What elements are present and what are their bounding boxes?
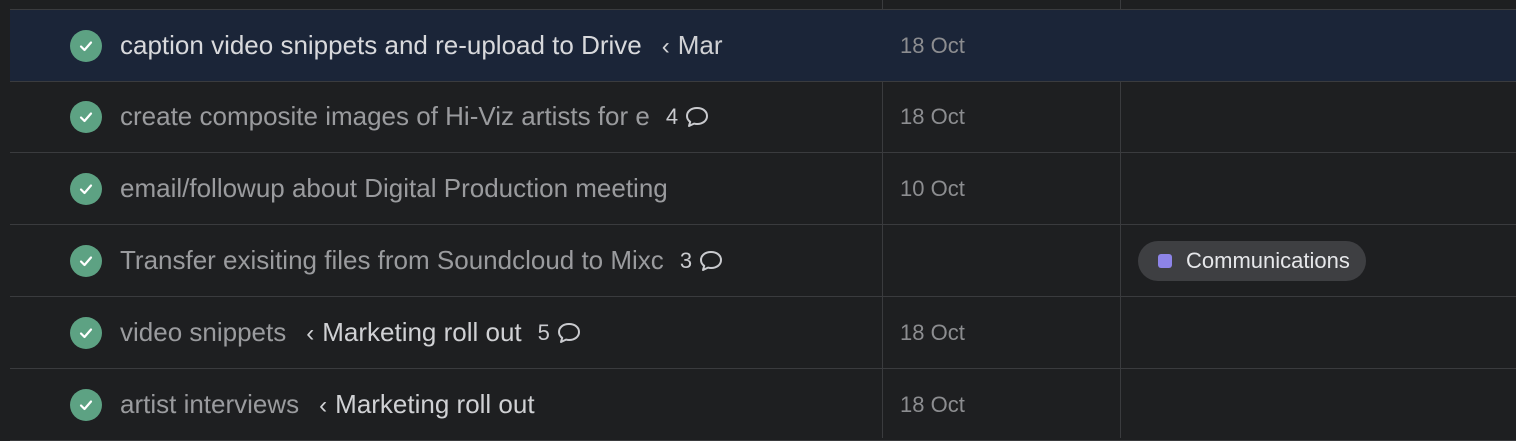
task-row[interactable]: email/followup about Digital Production … <box>10 153 1516 225</box>
due-date[interactable]: 18 Oct <box>900 81 965 152</box>
task-row[interactable]: artist interviews ‹ Marketing roll out 18… <box>10 369 1516 441</box>
parent-task-name: Marketing roll out <box>335 389 535 419</box>
completed-check-icon[interactable] <box>70 30 102 62</box>
comment-count[interactable]: 5 <box>538 320 582 346</box>
task-name[interactable]: email/followup about Digital Production … <box>120 173 668 204</box>
task-name[interactable]: video snippets <box>120 317 286 348</box>
chevron-left-icon: ‹ <box>306 320 315 347</box>
chevron-left-icon: ‹ <box>661 33 670 60</box>
parent-task-link[interactable]: ‹ Marketing roll out <box>319 389 534 420</box>
comment-count[interactable]: 4 <box>666 104 710 130</box>
due-date[interactable]: 18 Oct <box>900 369 965 440</box>
parent-task-link[interactable]: ‹ Marketing roll out <box>306 317 521 348</box>
tag-communications[interactable]: Communications <box>1138 241 1366 281</box>
completed-check-icon[interactable] <box>70 389 102 421</box>
task-name[interactable]: artist interviews <box>120 389 299 420</box>
task-row[interactable]: create composite images of Hi-Viz artist… <box>10 81 1516 153</box>
completed-check-icon[interactable] <box>70 101 102 133</box>
task-name-cell[interactable]: artist interviews ‹ Marketing roll out <box>120 369 810 440</box>
due-date[interactable]: 10 Oct <box>900 153 965 224</box>
comment-bubble-icon <box>700 250 723 271</box>
comment-count-value: 4 <box>665 103 679 129</box>
comment-count[interactable]: 3 <box>680 248 724 274</box>
task-list: caption video snippets and re-upload to … <box>0 0 1516 441</box>
completed-check-icon[interactable] <box>70 245 102 277</box>
task-name[interactable]: caption video snippets and re-upload to … <box>120 30 642 61</box>
task-name-cell[interactable]: caption video snippets and re-upload to … <box>120 10 804 81</box>
due-date[interactable]: 18 Oct <box>900 297 965 368</box>
tag-label: Communications <box>1186 248 1350 273</box>
comment-count-value: 5 <box>537 319 550 345</box>
comment-count-value: 3 <box>679 247 693 273</box>
task-row[interactable]: video snippets ‹ Marketing roll out 5 18 … <box>10 297 1516 369</box>
task-row[interactable]: caption video snippets and re-upload to … <box>10 9 1516 82</box>
task-name[interactable]: create composite images of Hi-Viz artist… <box>120 101 650 132</box>
task-row[interactable]: Transfer exisiting files from Soundcloud… <box>10 225 1516 297</box>
comment-bubble-icon <box>557 322 580 343</box>
task-name-cell[interactable]: email/followup about Digital Production … <box>120 153 810 224</box>
completed-check-icon[interactable] <box>70 317 102 349</box>
comment-bubble-icon <box>686 106 709 127</box>
completed-check-icon[interactable] <box>70 173 102 205</box>
task-name-cell[interactable]: video snippets ‹ Marketing roll out 5 <box>120 297 810 368</box>
parent-task-name: Marketing roll out <box>322 317 522 347</box>
due-date[interactable]: 18 Oct <box>900 10 965 81</box>
chevron-left-icon: ‹ <box>319 392 328 419</box>
task-name-cell[interactable]: Transfer exisiting files from Soundcloud… <box>120 225 810 296</box>
tag-color-swatch <box>1158 254 1172 268</box>
parent-task-name: Mar <box>677 30 723 60</box>
task-name[interactable]: Transfer exisiting files from Soundcloud… <box>120 245 664 276</box>
task-name-cell[interactable]: create composite images of Hi-Viz artist… <box>120 81 810 152</box>
parent-task-link[interactable]: ‹ Mar <box>662 30 723 61</box>
